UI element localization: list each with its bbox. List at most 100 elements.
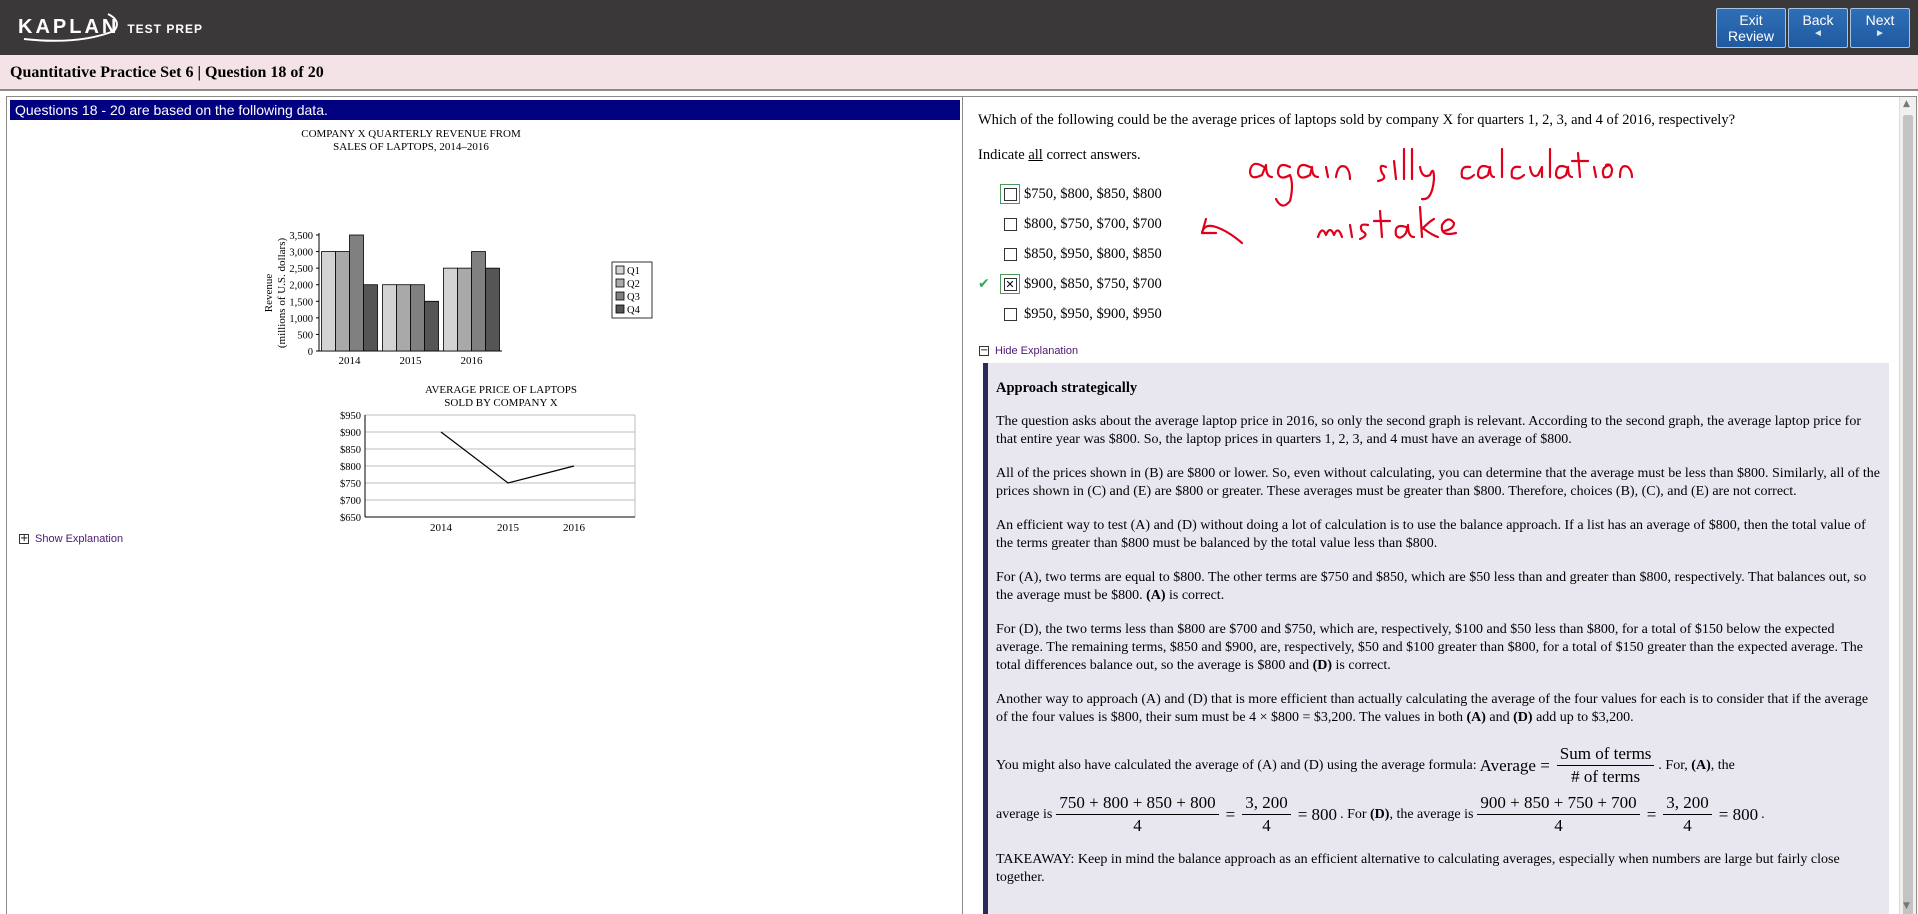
y-tick-label: 3,000 bbox=[289, 248, 313, 259]
arrow-left-icon: ◄ bbox=[1813, 28, 1823, 39]
question-title: Quantitative Practice Set 6 | Question 1… bbox=[10, 64, 324, 81]
bold-choice: (A) bbox=[1146, 588, 1166, 603]
explanation-heading: Approach strategically bbox=[996, 380, 1138, 396]
math-text: = bbox=[1225, 804, 1236, 824]
hide-explanation-label: Hide Explanation bbox=[995, 345, 1079, 357]
bar bbox=[443, 267, 458, 352]
arrow-right-icon: ► bbox=[1875, 28, 1885, 39]
checkbox-box bbox=[1003, 187, 1017, 201]
exit-review-button[interactable]: Exit Review bbox=[1716, 8, 1786, 48]
expand-icon: + bbox=[19, 533, 29, 544]
bold-choice: (D) bbox=[1312, 658, 1333, 673]
scroll-thumb[interactable] bbox=[1903, 115, 1913, 914]
choice-checkbox[interactable] bbox=[1000, 304, 1020, 324]
legend-label: Q3 bbox=[627, 292, 640, 303]
bar bbox=[424, 300, 439, 352]
x-tick-label: 2015 bbox=[400, 355, 423, 367]
choice-d[interactable]: ✔ ✕ $900, $850, $750, $700 bbox=[978, 269, 1162, 299]
y-tick-label: 0 bbox=[308, 347, 313, 358]
text-span: , the average is bbox=[1389, 806, 1474, 822]
denominator: 4 bbox=[1133, 816, 1142, 835]
text-span: Another way to approach (A) and (D) that… bbox=[996, 692, 1869, 725]
denominator: # of terms bbox=[1571, 767, 1641, 786]
fraction: 3, 200 4 bbox=[1242, 792, 1291, 837]
bar bbox=[349, 234, 364, 352]
bar bbox=[471, 251, 486, 352]
choice-label: $850, $950, $800, $850 bbox=[1024, 245, 1162, 262]
logo-swoosh-icon bbox=[23, 13, 118, 42]
legend-label: Q2 bbox=[627, 279, 640, 290]
back-label: Back bbox=[1802, 12, 1834, 28]
hide-explanation-toggle[interactable]: − Hide Explanation bbox=[979, 345, 1078, 357]
denominator: 4 bbox=[1262, 816, 1271, 835]
choice-checkbox[interactable] bbox=[1000, 214, 1020, 234]
scroll-up-icon[interactable]: ▲ bbox=[1903, 99, 1910, 109]
y-tick-label: $700 bbox=[340, 496, 361, 507]
question-panel: Which of the following could be the aver… bbox=[962, 96, 1917, 914]
instructions-post: correct answers. bbox=[1042, 147, 1141, 163]
next-label: Next bbox=[1865, 12, 1895, 28]
choice-c[interactable]: $850, $950, $800, $850 bbox=[978, 239, 1162, 269]
bar bbox=[321, 251, 336, 352]
y-tick-label: $950 bbox=[340, 411, 361, 422]
text-span: . bbox=[1761, 806, 1765, 822]
chart-title: AVERAGE PRICE OF LAPTOPS bbox=[425, 384, 577, 396]
correct-check-icon: ✔ bbox=[978, 276, 990, 292]
math-text: = bbox=[1646, 804, 1657, 824]
top-bar: KAPLAN TEST PREP Exit Review Back ◄ Next… bbox=[0, 0, 1918, 55]
bar bbox=[396, 284, 411, 352]
choice-checkbox[interactable] bbox=[1000, 244, 1020, 264]
choice-e[interactable]: $950, $950, $900, $950 bbox=[978, 299, 1162, 329]
scroll-down-icon[interactable]: ▼ bbox=[1903, 901, 1910, 911]
explanation-paragraph: The question asks about the average lapt… bbox=[996, 414, 1861, 447]
bar bbox=[485, 267, 500, 352]
question-text: Which of the following could be the aver… bbox=[978, 112, 1736, 128]
logo-subtext: TEST PREP bbox=[127, 21, 204, 36]
kaplan-logo: KAPLAN TEST PREP bbox=[18, 12, 203, 42]
exit-label-2: Review bbox=[1728, 28, 1774, 44]
back-button[interactable]: Back ◄ bbox=[1788, 8, 1848, 48]
legend-swatch bbox=[615, 278, 625, 288]
bar bbox=[363, 284, 378, 352]
bar bbox=[382, 284, 397, 352]
bar bbox=[335, 251, 350, 352]
chart-title: SALES OF LAPTOPS, 2014–2016 bbox=[333, 141, 489, 153]
show-explanation-label: Show Explanation bbox=[35, 533, 124, 545]
numerator: 900 + 850 + 750 + 700 bbox=[1477, 792, 1640, 815]
legend-swatch bbox=[615, 265, 625, 275]
legend-swatch bbox=[615, 304, 625, 314]
checkbox-box bbox=[1003, 307, 1017, 321]
vertical-scrollbar[interactable]: ▲ ▼ bbox=[1899, 97, 1916, 914]
numerator: 3, 200 bbox=[1663, 792, 1712, 815]
x-tick-label: 2016 bbox=[461, 355, 484, 367]
choice-checkbox[interactable] bbox=[1000, 184, 1020, 204]
title-strip: Quantitative Practice Set 6 | Question 1… bbox=[0, 55, 1918, 91]
charts-area: COMPANY X QUARTERLY REVENUE FROMSALES OF… bbox=[263, 128, 653, 534]
fraction: Sum of terms # of terms bbox=[1556, 743, 1655, 788]
show-explanation-toggle[interactable]: + Show Explanation bbox=[19, 533, 123, 545]
explanation-paragraph: For (A), two terms are equal to $800. Th… bbox=[996, 569, 1883, 605]
text-span: . For bbox=[1340, 806, 1367, 822]
text-span: and bbox=[1485, 710, 1514, 725]
legend-swatch bbox=[615, 291, 625, 301]
text-span: add up to $3,200. bbox=[1532, 710, 1634, 725]
choice-checkbox[interactable]: ✕ bbox=[1000, 274, 1020, 294]
explanation-paragraph: An efficient way to test (A) and (D) wit… bbox=[996, 518, 1866, 551]
next-button[interactable]: Next ► bbox=[1850, 8, 1910, 48]
bar bbox=[457, 267, 472, 352]
nav-buttons: Exit Review Back ◄ Next ► bbox=[1716, 8, 1910, 48]
answer-choices: $750, $800, $850, $800 $800, $750, $700,… bbox=[978, 179, 1162, 329]
x-tick-label: 2016 bbox=[563, 522, 586, 534]
chart-title: COMPANY X QUARTERLY REVENUE FROM bbox=[301, 128, 521, 140]
choice-label: $950, $950, $900, $950 bbox=[1024, 305, 1162, 322]
text-span: For (A), two terms are equal to $800. Th… bbox=[996, 570, 1867, 603]
x-tick-label: 2015 bbox=[497, 522, 520, 534]
x-tick-label: 2014 bbox=[430, 522, 453, 534]
choice-a[interactable]: $750, $800, $850, $800 bbox=[978, 179, 1162, 209]
bar bbox=[410, 284, 425, 352]
y-tick-label: $750 bbox=[340, 479, 361, 490]
x-tick-label: 2014 bbox=[339, 355, 362, 367]
choice-b[interactable]: $800, $750, $700, $700 bbox=[978, 209, 1162, 239]
instructions-all: all bbox=[1028, 147, 1043, 163]
bold-choice: (A) bbox=[1691, 757, 1711, 773]
